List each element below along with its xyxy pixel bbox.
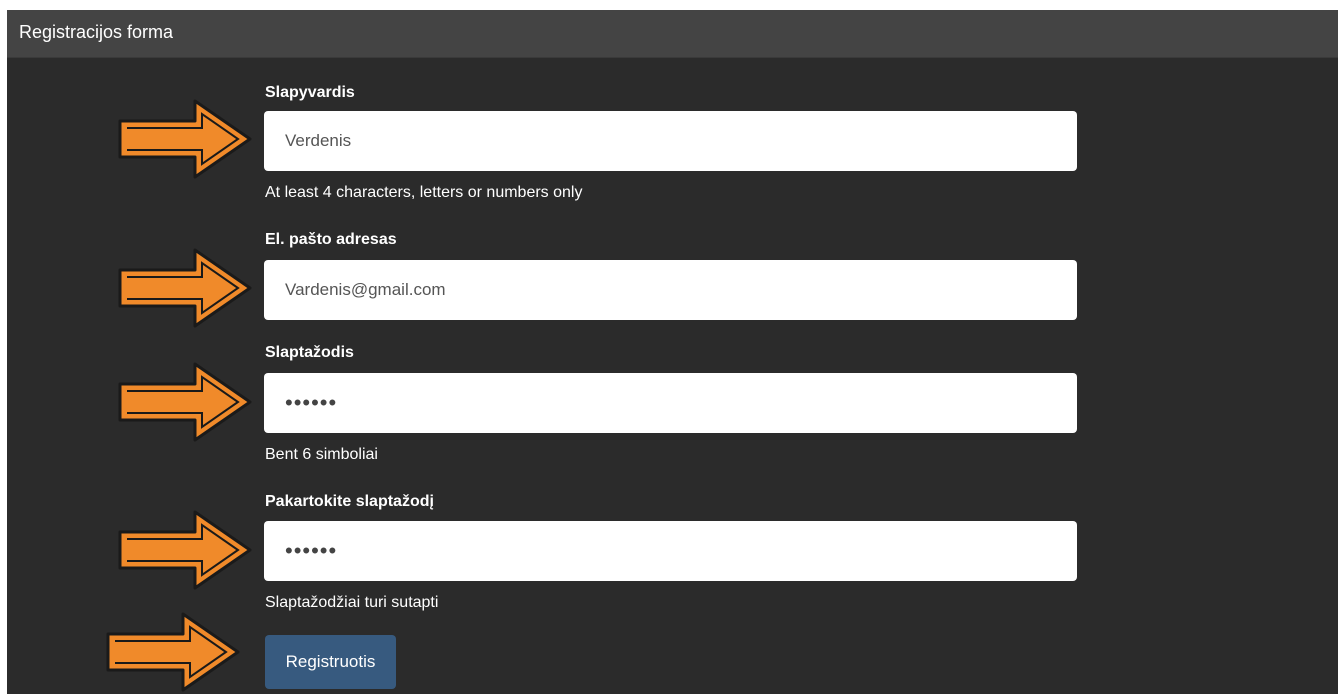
right-arrow-icon (118, 248, 252, 328)
password-repeat-input[interactable]: •••••• (264, 521, 1077, 581)
email-input[interactable]: Vardenis@gmail.com (264, 260, 1077, 320)
password-repeat-label: Pakartokite slaptažodį (265, 493, 434, 510)
panel-title: Registracijos forma (19, 22, 174, 42)
password-input[interactable]: •••••• (264, 373, 1077, 433)
username-label: Slapyvardis (265, 84, 355, 101)
right-arrow-icon (106, 612, 240, 692)
username-input[interactable]: Verdenis (264, 111, 1077, 171)
register-button[interactable]: Registruotis (265, 635, 396, 689)
email-label: El. pašto adresas (265, 231, 397, 248)
username-help-text: At least 4 characters, letters or number… (265, 184, 583, 201)
password-help-text: Bent 6 simboliai (265, 446, 378, 463)
right-arrow-icon (118, 510, 252, 590)
right-arrow-icon (118, 362, 252, 442)
right-arrow-icon (118, 99, 252, 179)
password-label: Slaptažodis (265, 344, 354, 361)
password-repeat-help-text: Slaptažodžiai turi sutapti (265, 594, 439, 611)
panel-header: Registracijos forma (7, 10, 1338, 58)
